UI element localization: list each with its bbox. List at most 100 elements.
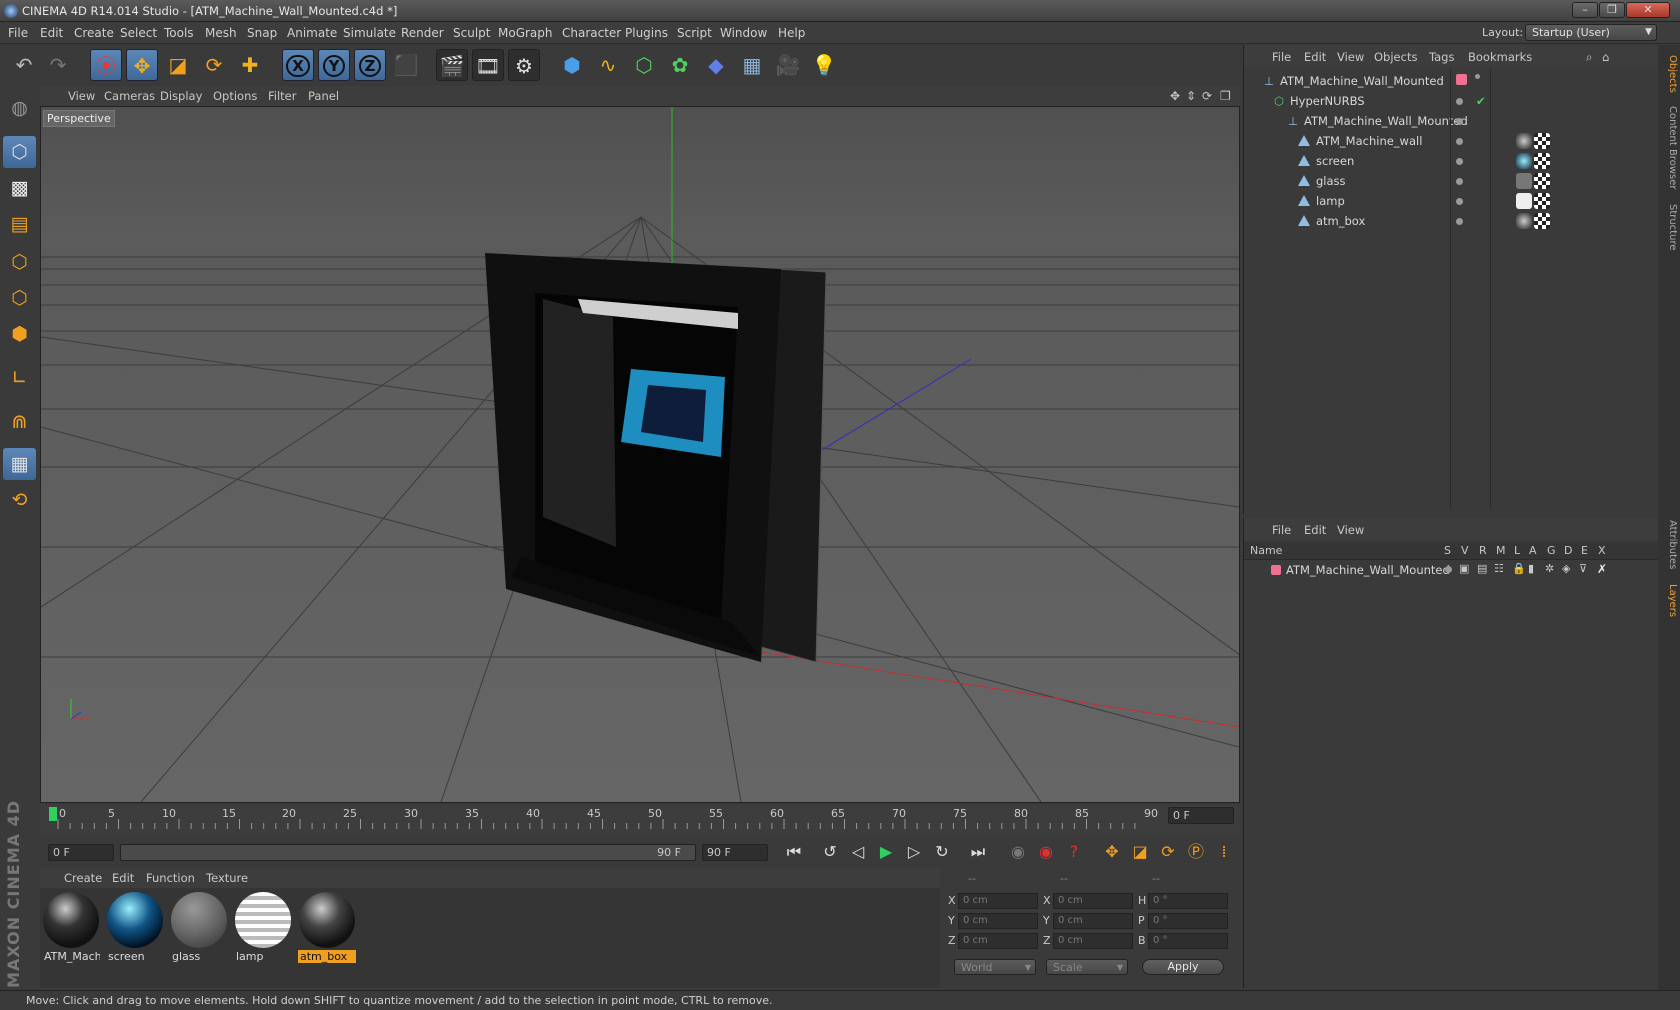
texture-tag-icon[interactable] — [1534, 173, 1550, 189]
texture-mode-icon[interactable]: ▩ — [3, 172, 36, 204]
col-v[interactable]: V — [1461, 544, 1469, 557]
tree-row[interactable]: ⊥ ATM_Machine_Wall_Mounted — [1244, 111, 1659, 131]
col-l[interactable]: L — [1514, 544, 1520, 557]
model-mode-icon[interactable]: ⬡ — [3, 136, 36, 168]
points-mode-icon[interactable]: ⬡ — [3, 246, 36, 278]
coordinate-system-icon[interactable]: ⬛ — [390, 49, 422, 81]
apply-button[interactable]: Apply — [1142, 959, 1224, 975]
layer-menu-edit[interactable]: Edit — [1304, 523, 1326, 537]
scale-icon[interactable]: ◪ — [162, 49, 194, 81]
col-e[interactable]: E — [1581, 544, 1588, 557]
view-toggle-icon[interactable]: ▣ — [1459, 562, 1469, 575]
key-pla-icon[interactable]: ⁞ — [1212, 840, 1236, 864]
render-view-icon[interactable]: 🎬 — [436, 49, 468, 81]
tree-row[interactable]: lamp — [1244, 191, 1659, 211]
menu-select[interactable]: Select — [120, 26, 157, 40]
viewport-menu-filter[interactable]: Filter — [268, 89, 296, 103]
generators-toggle-icon[interactable]: ✲ — [1545, 562, 1554, 575]
menu-plugins[interactable]: Plugins — [625, 26, 668, 40]
axis-mode-icon[interactable]: ∟ — [3, 362, 36, 394]
viewport-menu-cameras[interactable]: Cameras — [104, 89, 155, 103]
tab-structure[interactable]: Structure — [1660, 197, 1678, 257]
rotation-b-field[interactable]: 0 ° — [1148, 933, 1228, 949]
end-frame-field[interactable]: 90 F — [702, 844, 768, 861]
menu-tools[interactable]: Tools — [164, 26, 194, 40]
manager-toggle-icon[interactable]: ☷ — [1494, 562, 1504, 575]
layout-dropdown[interactable]: Startup (User) ▼ — [1525, 24, 1657, 41]
col-m[interactable]: M — [1496, 544, 1506, 557]
menu-window[interactable]: Window — [720, 26, 767, 40]
texture-tag-icon[interactable] — [1534, 213, 1550, 229]
deformer-icon[interactable]: ◆ — [700, 49, 732, 81]
object-menu-objects[interactable]: Objects — [1374, 50, 1417, 64]
material-tag-icon[interactable] — [1516, 173, 1532, 189]
material-swatch[interactable]: lamp — [234, 892, 292, 963]
perspective-viewport[interactable]: Perspective — [40, 106, 1240, 803]
visibility-dot[interactable] — [1456, 178, 1463, 185]
material-menu-function[interactable]: Function — [146, 871, 195, 885]
pan-view-icon[interactable]: ✥ — [1170, 89, 1180, 103]
col-s[interactable]: S — [1444, 544, 1451, 557]
rotate-view-icon[interactable]: ⟳ — [1202, 89, 1212, 103]
rotate-icon[interactable]: ⟳ — [198, 49, 230, 81]
menu-mesh[interactable]: Mesh — [205, 26, 237, 40]
menu-help[interactable]: Help — [778, 26, 805, 40]
y-axis-icon[interactable]: Y — [318, 49, 350, 81]
previous-key-icon[interactable]: ↺ — [818, 840, 842, 864]
edit-render-settings-icon[interactable]: ⚙ — [508, 49, 540, 81]
coordinate-space-dropdown[interactable]: World ▼ — [954, 959, 1036, 975]
visibility-dot[interactable] — [1456, 118, 1463, 125]
start-frame-field[interactable]: 0 F — [48, 844, 114, 861]
subdivision-icon[interactable]: ⬡ — [628, 49, 660, 81]
col-g[interactable]: G — [1547, 544, 1556, 557]
toggle-view-icon[interactable]: ❐ — [1220, 89, 1231, 103]
redo-icon[interactable]: ↷ — [42, 49, 74, 81]
solo-dot[interactable] — [1445, 566, 1452, 573]
menu-mograph[interactable]: MoGraph — [498, 26, 553, 40]
material-tag-icon[interactable] — [1516, 193, 1532, 209]
position-y-field[interactable]: 0 cm — [958, 913, 1038, 929]
material-swatch[interactable]: glass — [170, 892, 228, 963]
tree-row[interactable]: screen — [1244, 151, 1659, 171]
keyframe-selection-icon[interactable]: ? — [1062, 840, 1086, 864]
rotation-h-field[interactable]: 0 ° — [1148, 893, 1228, 909]
x-axis-icon[interactable]: X — [282, 49, 314, 81]
timeline-ruler[interactable]: 0 5 10 15 20 25 30 35 40 45 50 55 60 65 … — [40, 805, 1240, 835]
tree-row[interactable]: ⊥ ATM_Machine_Wall_Mounted — [1244, 71, 1659, 91]
position-z-field[interactable]: 0 cm — [958, 933, 1038, 949]
layer-menu-view[interactable]: View — [1337, 523, 1364, 537]
close-button[interactable]: ✕ — [1626, 2, 1670, 18]
size-y-field[interactable]: 0 cm — [1053, 913, 1133, 929]
tree-row[interactable]: atm_box — [1244, 211, 1659, 231]
material-menu-texture[interactable]: Texture — [206, 871, 248, 885]
menu-script[interactable]: Script — [677, 26, 712, 40]
render-picture-viewer-icon[interactable]: 🎞 — [472, 49, 504, 81]
layer-row[interactable]: ATM_Machine_Wall_Mounted ▣ ▤ ☷ 🔒 ▮ ✲ ◈ ⊽… — [1244, 561, 1659, 579]
material-swatch[interactable]: screen — [106, 892, 164, 963]
rotation-p-field[interactable]: 0 ° — [1148, 913, 1228, 929]
current-frame-field[interactable]: 0 F — [1168, 807, 1234, 824]
deformers-toggle-icon[interactable]: ◈ — [1562, 562, 1570, 575]
workplane-lock-icon[interactable]: ▦ — [3, 448, 36, 480]
visibility-dot[interactable] — [1456, 218, 1463, 225]
object-menu-file[interactable]: File — [1272, 50, 1291, 64]
key-scale-icon[interactable]: ◪ — [1128, 840, 1152, 864]
atm-model[interactable] — [485, 253, 827, 663]
key-parameter-icon[interactable]: Ⓟ — [1184, 840, 1208, 864]
cube-icon[interactable]: ⬢ — [556, 49, 588, 81]
texture-tag-icon[interactable] — [1534, 193, 1550, 209]
render-toggle-icon[interactable]: ▤ — [1477, 562, 1487, 575]
visibility-dot[interactable] — [1456, 98, 1463, 105]
frame-range-slider[interactable]: 90 F — [120, 844, 696, 861]
dolly-view-icon[interactable]: ⇕ — [1186, 89, 1196, 103]
texture-tag-icon[interactable] — [1534, 153, 1550, 169]
material-swatch-selected[interactable]: atm_box — [298, 892, 356, 963]
workplane-icon[interactable]: ▤ — [3, 208, 36, 240]
camera-icon[interactable]: 🎥 — [772, 49, 804, 81]
texture-tag-icon[interactable] — [1534, 133, 1550, 149]
home-icon[interactable]: ⌂ — [1602, 50, 1609, 64]
size-z-field[interactable]: 0 cm — [1053, 933, 1133, 949]
go-to-end-icon[interactable]: ⏭ — [966, 840, 990, 864]
menu-render[interactable]: Render — [401, 26, 444, 40]
viewport-menu-view[interactable]: View — [68, 89, 95, 103]
